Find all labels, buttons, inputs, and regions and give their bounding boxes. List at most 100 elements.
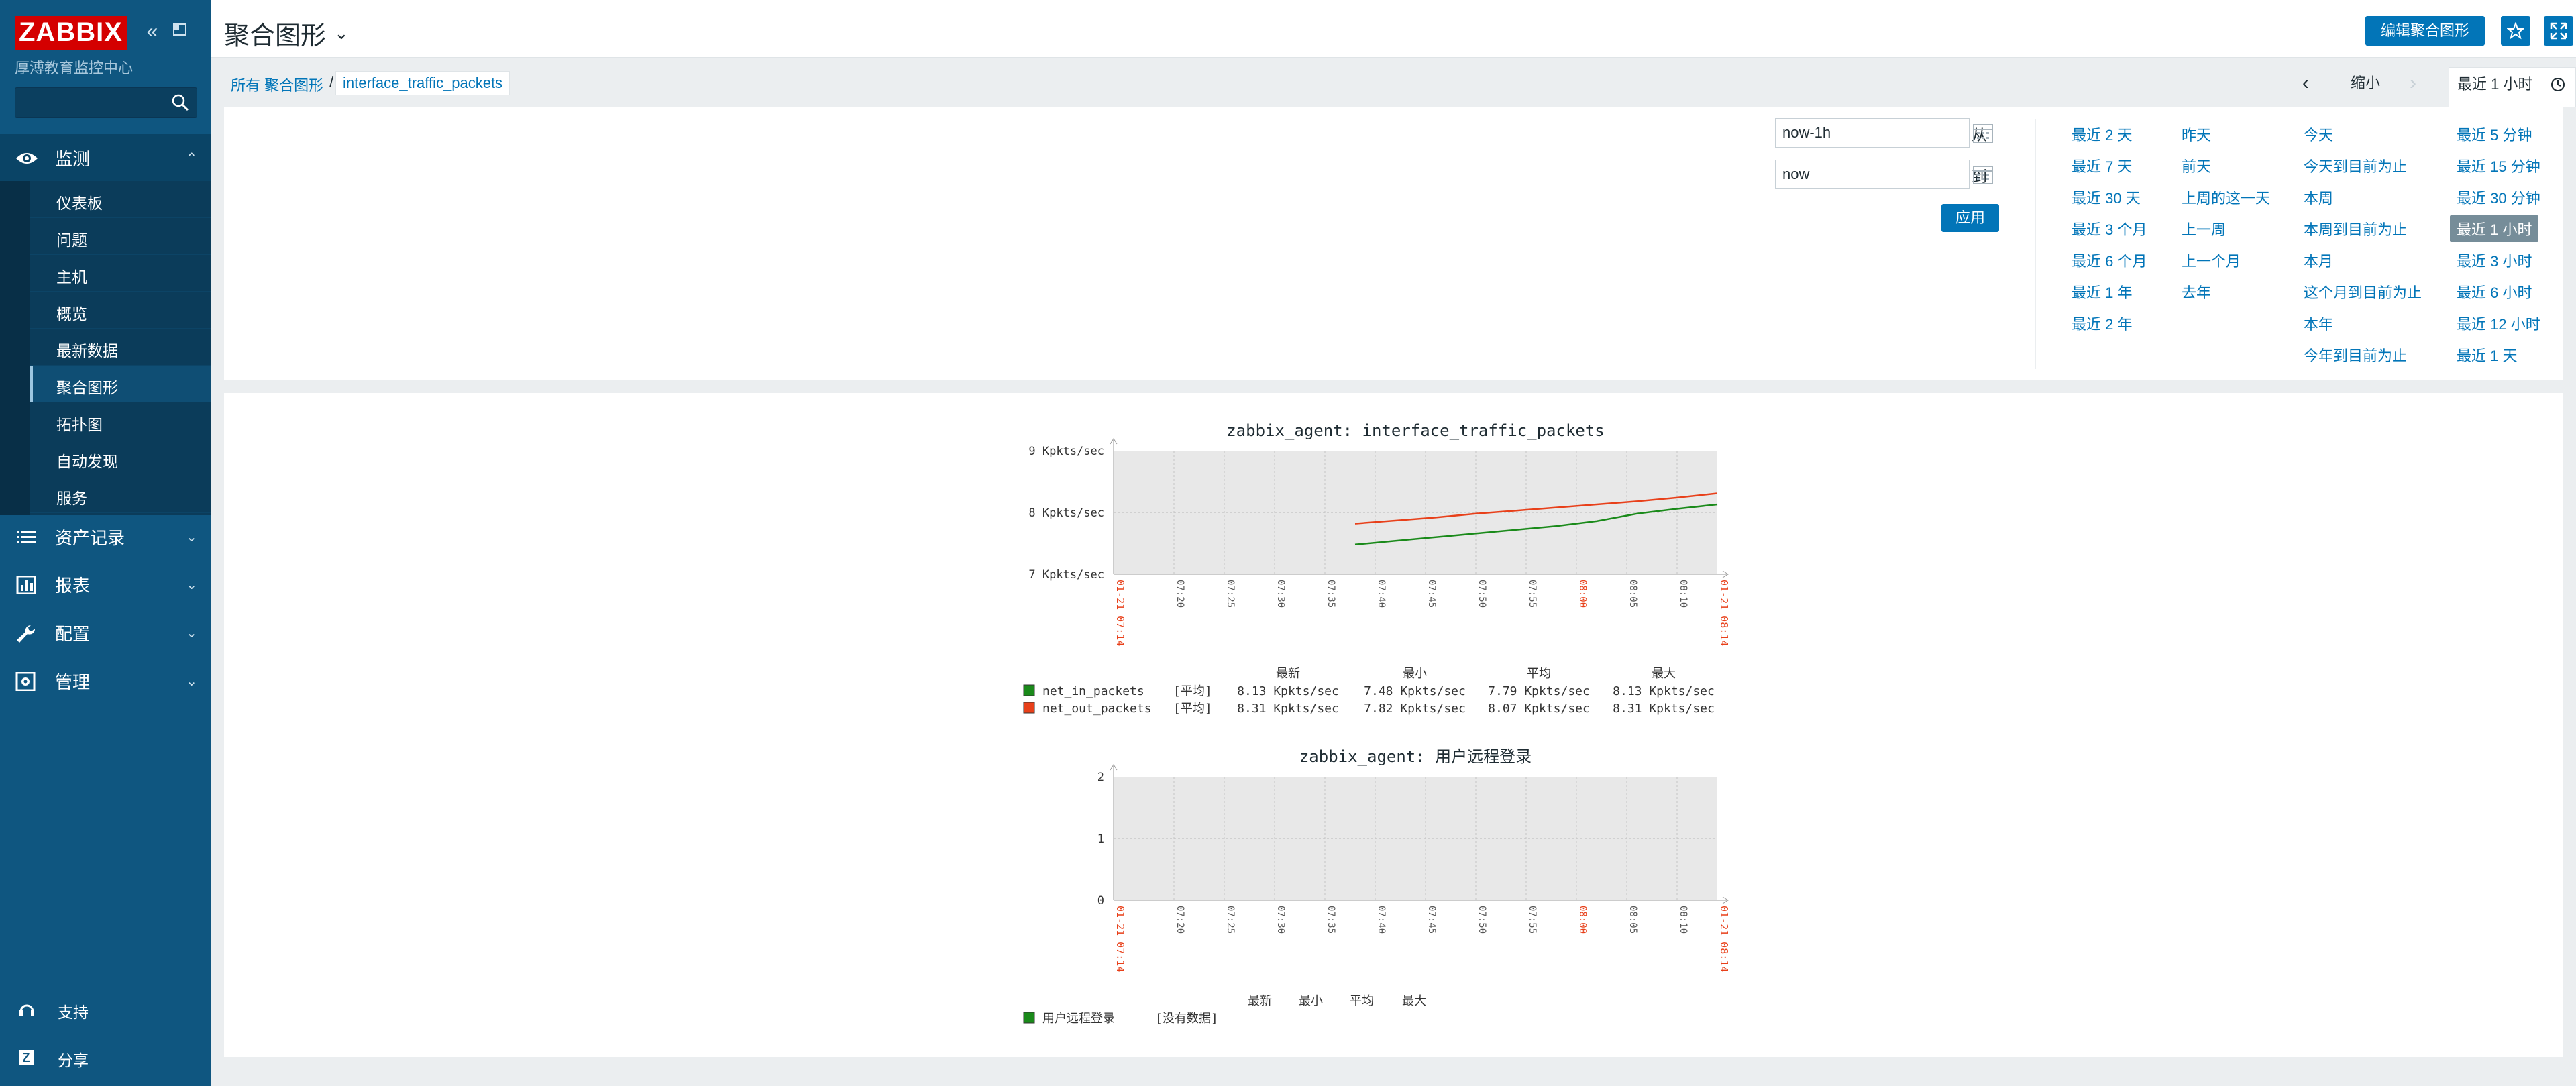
chevron-up-icon: ⌃ — [186, 150, 197, 166]
collapse-sidebar-icon[interactable]: « — [141, 20, 164, 43]
menu-monitoring[interactable]: 监测 ⌃ — [0, 134, 211, 181]
quick-range-link[interactable]: 本月 — [2304, 250, 2333, 271]
monitoring-submenu: 仪表板 问题 主机 概览 最新数据 聚合图形 拓扑图 自动发现 服务 — [0, 181, 211, 515]
to-input[interactable] — [1775, 160, 1970, 189]
x-tick-label: 08:05 — [1627, 580, 1638, 608]
submenu-label: 最新数据 — [56, 342, 118, 360]
quick-range-link[interactable]: 这个月到目前为止 — [2304, 281, 2422, 303]
quick-range-link[interactable]: 最近 12 小时 — [2457, 313, 2540, 334]
quick-range-link[interactable]: 最近 3 小时 — [2457, 250, 2532, 271]
quick-range-link[interactable]: 最近 2 年 — [2072, 313, 2132, 334]
chevron-down-icon: ⌄ — [186, 625, 197, 641]
submenu-discovery[interactable]: 自动发现 — [30, 439, 211, 476]
legend-value: 8.13 Kpkts/sec — [1237, 684, 1339, 698]
chart-1: zabbix_agent: interface_traffic_packets 9… — [1023, 421, 1730, 716]
quick-range-link[interactable]: 最近 1 年 — [2072, 281, 2132, 303]
edit-screen-button[interactable]: 编辑聚合图形 — [2365, 16, 2485, 46]
quick-range-link[interactable]: 上一个月 — [2182, 250, 2241, 271]
legend-swatch — [1023, 684, 1035, 696]
quick-range-link[interactable]: 本周 — [2304, 186, 2333, 208]
quick-range-link[interactable]: 今年到目前为止 — [2304, 344, 2407, 366]
submenu-label: 自动发现 — [56, 453, 118, 470]
breadcrumb-current[interactable]: interface_traffic_packets — [335, 71, 511, 95]
legend-header: 最小 — [1403, 667, 1427, 681]
x-range-label: 01-21 08:14 — [1718, 580, 1730, 646]
quick-range-link[interactable]: 前天 — [2182, 155, 2211, 176]
quick-range-link[interactable]: 最近 1 天 — [2457, 344, 2517, 366]
fullscreen-button[interactable] — [2544, 16, 2573, 46]
legend-swatch — [1023, 702, 1035, 714]
menu-inventory[interactable]: 资产记录 ⌄ — [0, 513, 211, 560]
x-tick-label: 07:55 — [1527, 580, 1538, 608]
search-input[interactable] — [15, 88, 163, 117]
legend-func: [平均] — [1173, 702, 1212, 716]
chart-title: zabbix_agent: interface_traffic_packets — [1226, 421, 1605, 440]
x-tick-label: 07:25 — [1225, 906, 1236, 934]
calendar-icon[interactable] — [1972, 163, 1994, 186]
chevron-right-icon[interactable]: › — [2410, 71, 2416, 95]
quick-range-link[interactable]: 最近 6 小时 — [2457, 281, 2532, 303]
quick-range-link[interactable]: 最近 6 个月 — [2072, 250, 2147, 271]
submenu-dashboard[interactable]: 仪表板 — [30, 181, 211, 218]
submenu-maps[interactable]: 拓扑图 — [30, 402, 211, 439]
x-tick-label: 08:10 — [1678, 906, 1688, 934]
quick-range-link[interactable]: 上一周 — [2182, 218, 2226, 239]
quick-range-link[interactable]: 最近 30 天 — [2072, 186, 2141, 208]
legend-swatch — [1023, 1012, 1035, 1024]
page-header: 聚合图形 ⌄ 编辑聚合图形 — [211, 0, 2576, 58]
page-title[interactable]: 聚合图形 ⌄ — [224, 15, 349, 52]
menu-administration[interactable]: 管理 ⌄ — [0, 657, 211, 704]
submenu-label: 聚合图形 — [56, 379, 118, 396]
quick-range-link[interactable]: 昨天 — [2182, 123, 2211, 145]
y-tick-label: 0 — [1097, 894, 1104, 908]
quick-range-link[interactable]: 本周到目前为止 — [2304, 218, 2407, 239]
filter-divider — [2035, 119, 2036, 369]
quick-range-link[interactable]: 最近 5 分钟 — [2457, 123, 2532, 145]
chevron-down-icon: ⌄ — [334, 23, 349, 43]
server-subtitle: 厚溥教育监控中心 — [15, 60, 133, 76]
submenu-problems[interactable]: 问题 — [30, 218, 211, 255]
x-tick-label: 08:05 — [1627, 906, 1638, 934]
quick-range-link[interactable]: 上周的这一天 — [2182, 186, 2270, 208]
from-input[interactable] — [1775, 118, 1970, 148]
time-period-tab[interactable]: 最近 1 小时 — [2449, 67, 2576, 107]
search-icon[interactable] — [170, 92, 191, 113]
support-link[interactable]: 支持 — [0, 989, 211, 1029]
submenu-overview[interactable]: 概览 — [30, 292, 211, 329]
favorite-button[interactable] — [2501, 16, 2530, 46]
quick-range-link[interactable]: 最近 30 分钟 — [2457, 186, 2540, 208]
quick-range-link[interactable]: 最近 7 天 — [2072, 155, 2132, 176]
share-label: 分享 — [58, 1052, 89, 1069]
share-link[interactable]: Z 分享 — [0, 1037, 211, 1077]
legend-value: 7.82 Kpkts/sec — [1364, 702, 1466, 716]
wrench-icon — [17, 625, 36, 643]
apply-button[interactable]: 应用 — [1941, 204, 1999, 232]
menu-reports[interactable]: 报表 ⌄ — [0, 561, 211, 608]
legend-header: 最小 — [1299, 994, 1323, 1008]
kiosk-mode-icon[interactable] — [169, 20, 192, 43]
legend-header: 最大 — [1652, 667, 1676, 681]
calendar-icon[interactable] — [1972, 121, 1994, 144]
submenu-screens[interactable]: 聚合图形 — [30, 366, 211, 402]
quick-range-link[interactable]: 今天 — [2304, 123, 2333, 145]
legend-header: 最新 — [1276, 667, 1300, 681]
submenu-latest-data[interactable]: 最新数据 — [30, 329, 211, 366]
quick-range-link[interactable]: 今天到目前为止 — [2304, 155, 2407, 176]
quick-range-selected[interactable]: 最近 1 小时 — [2450, 215, 2539, 242]
zabbix-logo[interactable]: ZABBIX — [15, 16, 127, 50]
y-tick-label: 9 Kpkts/sec — [1028, 445, 1104, 458]
submenu-hosts[interactable]: 主机 — [30, 255, 211, 292]
x-tick-label: 07:50 — [1477, 580, 1487, 608]
quick-range-link[interactable]: 最近 2 天 — [2072, 123, 2132, 145]
menu-configuration[interactable]: 配置 ⌄ — [0, 609, 211, 656]
chevron-left-icon[interactable]: ‹ — [2302, 71, 2309, 95]
quick-range-link[interactable]: 最近 3 个月 — [2072, 218, 2147, 239]
zoom-out-button[interactable]: 缩小 — [2351, 71, 2380, 95]
legend-header: 最新 — [1248, 994, 1272, 1008]
chart-2: zabbix_agent: 用户远程登录 2 1 0 07:20 07:25 07:30 07… — [1023, 747, 1730, 1026]
quick-range-link[interactable]: 去年 — [2182, 281, 2211, 303]
quick-range-link[interactable]: 本年 — [2304, 313, 2333, 334]
submenu-services[interactable]: 服务 — [30, 476, 211, 513]
quick-range-link[interactable]: 最近 15 分钟 — [2457, 155, 2540, 176]
breadcrumb-all-screens[interactable]: 所有 聚合图形 — [231, 74, 323, 95]
